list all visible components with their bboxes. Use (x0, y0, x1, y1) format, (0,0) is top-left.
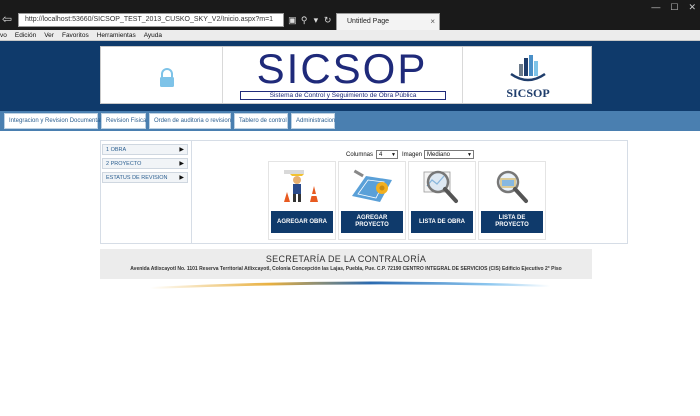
sicsop-logo-icon (510, 55, 546, 82)
page-subtitle: Sistema de Control y Seguimiento de Obra… (240, 91, 446, 100)
nav-administracion[interactable]: Administracion (291, 113, 335, 129)
lock-icon[interactable] (158, 68, 176, 88)
tab-untitled[interactable]: Untitled Page × (336, 13, 440, 30)
sidebar-item-label: 1 OBRA (106, 147, 127, 153)
logo-text: SICSOP (506, 86, 550, 100)
dropdown-icon[interactable]: ▾ (312, 15, 321, 26)
close-icon[interactable]: ✕ (688, 2, 696, 13)
nav-revision-fisica[interactable]: Revision Fisica (101, 113, 146, 129)
lista-obra-button[interactable]: LISTA DE OBRA (411, 211, 473, 233)
menu-ayuda[interactable]: Ayuda (144, 30, 162, 40)
footer-address: Avenida Atlixcayotl No. 1101 Reserva Ter… (130, 266, 562, 272)
sidebar-item-proyecto[interactable]: 2 PROYECTO ▶ (102, 158, 188, 169)
footer-title: SECRETARÍA DE LA CONTRALORÍA (265, 254, 427, 264)
magnifier-icon[interactable] (420, 166, 464, 206)
menu-herramientas[interactable]: Herramientas (97, 30, 136, 40)
agregar-proyecto-button[interactable]: AGREGAR PROYECTO (341, 211, 403, 233)
chevron-down-icon: ▼ (391, 152, 396, 158)
minimize-icon[interactable]: — (651, 2, 660, 13)
columnas-select[interactable]: 4 ▼ (376, 150, 398, 159)
maximize-icon[interactable]: ☐ (670, 2, 678, 13)
imagen-select[interactable]: Mediano ▼ (424, 150, 474, 159)
chevron-right-icon: ▶ (179, 161, 184, 167)
agregar-obra-button[interactable]: AGREGAR OBRA (271, 211, 333, 233)
nav-orden-auditoria[interactable]: Orden de auditoria o revision (149, 113, 231, 129)
sidebar-item-label: 2 PROYECTO (106, 161, 142, 167)
window-controls: — ☐ ✕ (651, 2, 696, 13)
banner-divider-right (462, 47, 463, 103)
chevron-down-icon: ▼ (467, 152, 472, 158)
sidebar (100, 140, 192, 244)
chevron-right-icon: ▶ (179, 147, 184, 153)
browser-chrome: ⇦ http://localhost:53660/SICSOP_TEST_201… (0, 0, 700, 30)
nav-tablero[interactable]: Tablero de control (234, 113, 288, 129)
construction-icon[interactable] (280, 166, 324, 206)
menu-ver[interactable]: Ver (44, 30, 54, 40)
compat-view-icon[interactable]: ▣ (288, 15, 297, 26)
menu-favoritos[interactable]: Favoritos (62, 30, 89, 40)
blueprint-icon[interactable] (350, 166, 394, 206)
refresh-icon[interactable]: ↻ (323, 15, 332, 26)
banner-divider-left (222, 47, 223, 103)
magnifier-folder-icon[interactable] (490, 166, 534, 206)
menu-archivo[interactable]: vo (0, 30, 7, 40)
imagen-label: Imagen (402, 152, 423, 158)
back-arrow-icon[interactable]: ⇦ (0, 12, 14, 26)
nav-integracion[interactable]: Integracion y Revision Documental (4, 113, 102, 129)
address-bar[interactable]: http://localhost:53660/SICSOP_TEST_2013_… (18, 13, 284, 27)
menu-edicion[interactable]: Edición (15, 30, 36, 40)
columnas-value: 4 (379, 152, 383, 158)
sidebar-item-obra[interactable]: 1 OBRA ▶ (102, 144, 188, 155)
tab-close-icon[interactable]: × (430, 14, 435, 30)
columnas-label: Columnas (346, 152, 374, 158)
footer-swoosh (150, 281, 550, 289)
page-title: SICSOP (256, 45, 428, 92)
chevron-right-icon: ▶ (179, 175, 184, 181)
menu-bar: vo Edición Ver Favoritos Herramientas Ay… (0, 30, 700, 41)
search-icon[interactable]: ⚲ (300, 15, 309, 26)
sidebar-item-estatus[interactable]: ESTATUS DE REVISION ▶ (102, 172, 188, 183)
sidebar-item-label: ESTATUS DE REVISION (106, 175, 168, 181)
imagen-value: Mediano (427, 152, 451, 158)
lista-proyecto-button[interactable]: LISTA DE PROYECTO (481, 211, 543, 233)
address-controls: ▣ ⚲ ▾ ↻ (288, 13, 332, 27)
tab-title: Untitled Page (347, 18, 390, 25)
